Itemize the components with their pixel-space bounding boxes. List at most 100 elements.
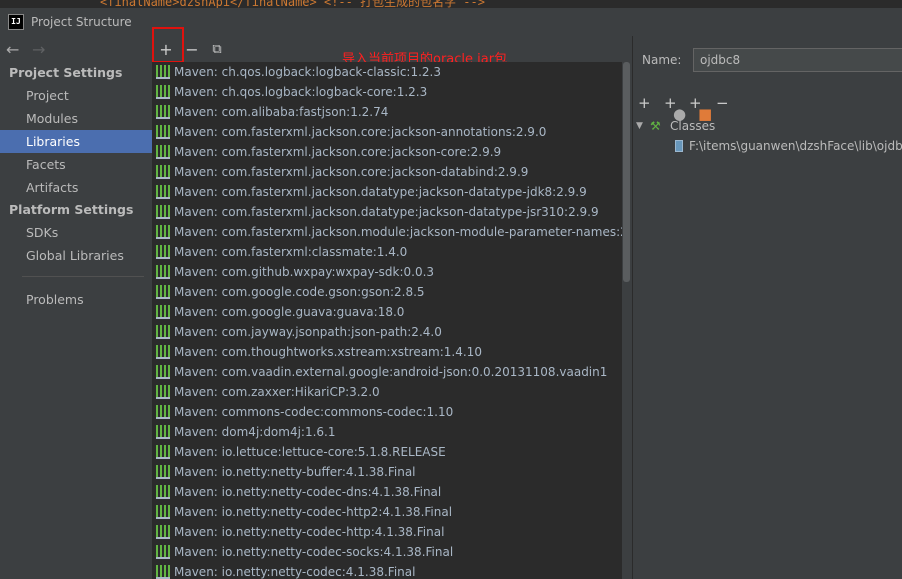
library-icon xyxy=(156,405,170,419)
expand-arrow-icon[interactable]: ▼ xyxy=(636,116,650,136)
library-icon xyxy=(156,565,170,579)
library-row[interactable]: Maven: io.netty:netty-buffer:4.1.38.Fina… xyxy=(152,462,622,482)
library-row[interactable]: Maven: com.alibaba:fastjson:1.2.74 xyxy=(152,102,622,122)
platform-settings-header: Platform Settings xyxy=(9,202,134,217)
library-row[interactable]: Maven: com.jayway.jsonpath:json-path:2.4… xyxy=(152,322,622,342)
library-icon xyxy=(156,545,170,559)
library-label: Maven: io.netty:netty-codec-dns:4.1.38.F… xyxy=(174,485,442,499)
library-row[interactable]: Maven: com.fasterxml:classmate:1.4.0 xyxy=(152,242,622,262)
remove-root-button[interactable]: − xyxy=(716,92,729,114)
library-row[interactable]: Maven: com.fasterxml.jackson.core:jackso… xyxy=(152,142,622,162)
library-label: Maven: io.lettuce:lettuce-core:5.1.8.REL… xyxy=(174,445,446,459)
sidebar-item-artifacts[interactable]: Artifacts xyxy=(0,176,152,199)
jar-path: F:\items\guanwen\dzshFace\lib\ojdbc8.jar xyxy=(689,139,902,153)
library-icon xyxy=(156,345,170,359)
library-label: Maven: ch.qos.logback:logback-core:1.2.3 xyxy=(174,85,428,99)
sidebar-item-project[interactable]: Project xyxy=(0,84,152,107)
library-label: Maven: io.netty:netty-codec:4.1.38.Final xyxy=(174,565,416,579)
sidebar-item-modules[interactable]: Modules xyxy=(0,107,152,130)
library-row[interactable]: Maven: com.fasterxml.jackson.module:jack… xyxy=(152,222,622,242)
library-row[interactable]: Maven: com.fasterxml.jackson.datatype:ja… xyxy=(152,182,622,202)
library-row[interactable]: Maven: com.fasterxml.jackson.core:jackso… xyxy=(152,122,622,142)
copy-library-button[interactable]: ⧉ xyxy=(206,39,228,61)
nav-arrows: ← → xyxy=(0,36,152,62)
library-row[interactable]: Maven: com.google.guava:guava:18.0 xyxy=(152,302,622,322)
library-icon xyxy=(156,505,170,519)
add-root-button[interactable]: + xyxy=(638,92,651,114)
intellij-app-icon: IJ xyxy=(8,14,24,30)
libraries-scrollbar[interactable] xyxy=(622,62,632,579)
library-icon xyxy=(156,205,170,219)
library-icon xyxy=(156,365,170,379)
library-label: Maven: com.fasterxml:classmate:1.4.0 xyxy=(174,245,408,259)
project-settings-header: Project Settings xyxy=(9,65,123,80)
jar-file-icon xyxy=(675,140,683,152)
library-row[interactable]: Maven: com.fasterxml.jackson.core:jackso… xyxy=(152,162,622,182)
add-button-highlight xyxy=(152,27,184,63)
sidebar-item-libraries[interactable]: Libraries xyxy=(0,130,152,153)
library-row[interactable]: Maven: io.netty:netty-codec-socks:4.1.38… xyxy=(152,542,622,562)
library-row[interactable]: Maven: io.netty:netty-codec:4.1.38.Final xyxy=(152,562,622,579)
library-label: Maven: dom4j:dom4j:1.6.1 xyxy=(174,425,336,439)
library-icon xyxy=(156,125,170,139)
library-row[interactable]: Maven: com.google.code.gson:gson:2.8.5 xyxy=(152,282,622,302)
forward-arrow-icon[interactable]: → xyxy=(32,40,58,59)
library-label: Maven: io.netty:netty-buffer:4.1.38.Fina… xyxy=(174,465,416,479)
libraries-panel: + − ⧉ 导入当前项目的oracle jar包 Maven: ch.qos.l… xyxy=(152,27,633,579)
detail-toolbar: + + ● + ■ − xyxy=(633,92,902,123)
library-label: Maven: com.fasterxml.jackson.core:jackso… xyxy=(174,125,547,139)
library-row[interactable]: Maven: io.netty:netty-codec-dns:4.1.38.F… xyxy=(152,482,622,502)
library-icon xyxy=(156,285,170,299)
library-row[interactable]: Maven: io.netty:netty-codec-http2:4.1.38… xyxy=(152,502,622,522)
libraries-list[interactable]: Maven: ch.qos.logback:logback-classic:1.… xyxy=(152,62,622,579)
classes-label: Classes xyxy=(670,119,716,133)
library-icon xyxy=(156,385,170,399)
tree-row-classes[interactable]: ▼ ⚒ Classes xyxy=(633,116,902,136)
library-roots-tree: ▼ ⚒ Classes F:\items\guanwen\dzshFace\li… xyxy=(633,116,902,156)
remove-library-button[interactable]: − xyxy=(181,39,203,61)
library-icon xyxy=(156,425,170,439)
scrollbar-thumb[interactable] xyxy=(623,62,630,282)
back-arrow-icon[interactable]: ← xyxy=(6,40,32,59)
library-row[interactable]: Maven: com.github.wxpay:wxpay-sdk:0.0.3 xyxy=(152,262,622,282)
sidebar-item-global-libraries[interactable]: Global Libraries xyxy=(0,244,152,267)
tree-row-jar[interactable]: F:\items\guanwen\dzshFace\lib\ojdbc8.jar xyxy=(633,136,902,156)
library-label: Maven: commons-codec:commons-codec:1.10 xyxy=(174,405,454,419)
library-icon xyxy=(156,245,170,259)
library-row[interactable]: Maven: com.zaxxer:HikariCP:3.2.0 xyxy=(152,382,622,402)
library-icon xyxy=(156,485,170,499)
library-label: Maven: com.google.code.gson:gson:2.8.5 xyxy=(174,285,425,299)
library-row[interactable]: Maven: com.fasterxml.jackson.datatype:ja… xyxy=(152,202,622,222)
library-label: Maven: com.github.wxpay:wxpay-sdk:0.0.3 xyxy=(174,265,435,279)
library-icon xyxy=(156,525,170,539)
sidebar-divider xyxy=(22,276,144,277)
library-icon xyxy=(156,465,170,479)
library-row[interactable]: Maven: ch.qos.logback:logback-classic:1.… xyxy=(152,62,622,82)
library-label: Maven: com.jayway.jsonpath:json-path:2.4… xyxy=(174,325,442,339)
library-label: Maven: com.fasterxml.jackson.module:jack… xyxy=(174,225,622,239)
library-label: Maven: io.netty:netty-codec-http:4.1.38.… xyxy=(174,525,445,539)
library-icon xyxy=(156,185,170,199)
library-row[interactable]: Maven: dom4j:dom4j:1.6.1 xyxy=(152,422,622,442)
library-icon xyxy=(156,145,170,159)
library-row[interactable]: Maven: ch.qos.logback:logback-core:1.2.3 xyxy=(152,82,622,102)
library-row[interactable]: Maven: io.lettuce:lettuce-core:5.1.8.REL… xyxy=(152,442,622,462)
library-label: Maven: com.fasterxml.jackson.core:jackso… xyxy=(174,145,502,159)
settings-sidebar: ← → Project Settings Project Modules Lib… xyxy=(0,36,153,579)
library-name-input[interactable] xyxy=(693,48,902,72)
library-label: Maven: com.google.guava:guava:18.0 xyxy=(174,305,405,319)
library-label: Maven: com.zaxxer:HikariCP:3.2.0 xyxy=(174,385,380,399)
sidebar-item-problems[interactable]: Problems xyxy=(0,288,152,311)
library-detail-panel: Name: + +● +■ − ▼ ⚒ Classes F:\items\gua… xyxy=(633,36,902,579)
editor-code-line: <finalName>dzshApi</finalName> <!-- 打包生成… xyxy=(100,0,485,8)
library-icon xyxy=(156,225,170,239)
library-label: Maven: com.alibaba:fastjson:1.2.74 xyxy=(174,105,389,119)
library-row[interactable]: Maven: io.netty:netty-codec-http:4.1.38.… xyxy=(152,522,622,542)
library-icon xyxy=(156,305,170,319)
library-row[interactable]: Maven: commons-codec:commons-codec:1.10 xyxy=(152,402,622,422)
library-row[interactable]: Maven: com.thoughtworks.xstream:xstream:… xyxy=(152,342,622,362)
sidebar-item-sdks[interactable]: SDKs xyxy=(0,221,152,244)
library-row[interactable]: Maven: com.vaadin.external.google:androi… xyxy=(152,362,622,382)
sidebar-item-facets[interactable]: Facets xyxy=(0,153,152,176)
hammer-icon: ⚒ xyxy=(650,119,661,133)
